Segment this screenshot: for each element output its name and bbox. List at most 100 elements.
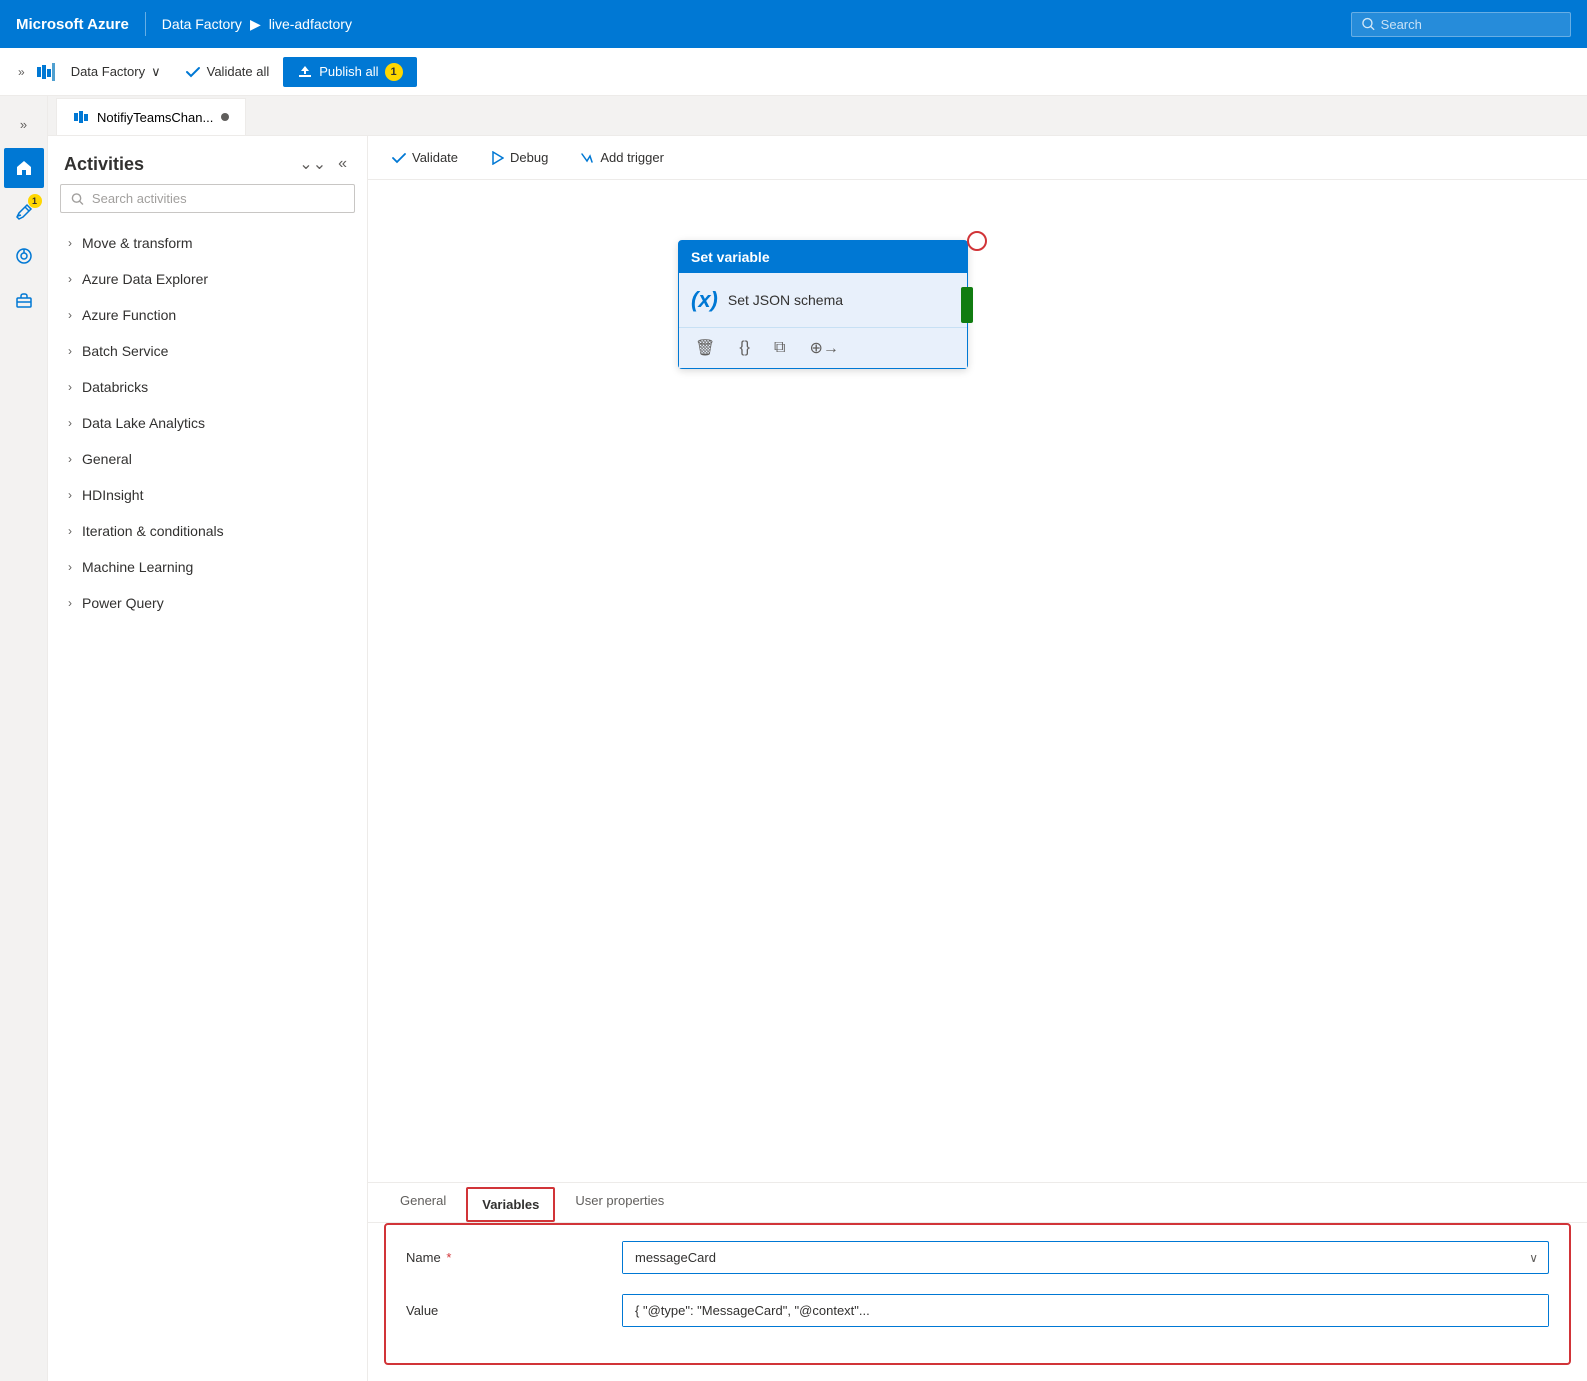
activity-label: Iteration & conditionals (82, 523, 224, 539)
name-input[interactable] (623, 1242, 1519, 1273)
chevron-icon: › (68, 560, 72, 574)
home-icon (15, 159, 33, 177)
bottom-panel: General Variables User properties (368, 1182, 1587, 1381)
card-status-dot (967, 231, 987, 251)
sidebar-item-edit[interactable]: 1 (4, 192, 44, 232)
debug-icon (490, 151, 504, 165)
icon-sidebar: » 1 (0, 96, 48, 1381)
value-input[interactable] (623, 1295, 1548, 1326)
chevron-icon: › (68, 344, 72, 358)
tab-user-properties[interactable]: User properties (559, 1183, 680, 1222)
activity-label: Power Query (82, 595, 164, 611)
value-input-wrapper[interactable] (622, 1294, 1549, 1327)
sidebar-item-monitor[interactable] (4, 236, 44, 276)
activity-item-batch-service[interactable]: › Batch Service (48, 333, 367, 369)
user-properties-tab-label: User properties (575, 1193, 664, 1208)
code-icon[interactable]: {} (735, 337, 754, 359)
activity-item-data-lake[interactable]: › Data Lake Analytics (48, 405, 367, 441)
activity-item-move-transform[interactable]: › Move & transform (48, 225, 367, 261)
activity-card-name: Set JSON schema (728, 292, 843, 308)
activities-search-box[interactable] (60, 184, 355, 213)
activity-item-general[interactable]: › General (48, 441, 367, 477)
main-layout: » 1 (0, 96, 1587, 1381)
name-input-wrapper[interactable]: ∨ (622, 1241, 1549, 1274)
activities-search-input[interactable] (92, 191, 344, 206)
activity-item-azure-function[interactable]: › Azure Function (48, 297, 367, 333)
toolbar-left: » Data Factory ∨ Validate all Publish al… (12, 57, 417, 87)
form-row-value: Value (406, 1294, 1549, 1327)
green-connector (961, 287, 973, 323)
activities-close-btn[interactable]: « (334, 152, 351, 176)
activities-title: Activities (64, 154, 144, 175)
chevron-icon: › (68, 596, 72, 610)
search-icon (1362, 17, 1375, 31)
activity-item-machine-learning[interactable]: › Machine Learning (48, 549, 367, 585)
add-activity-icon[interactable]: ⊕→ (805, 336, 842, 360)
monitor-icon (15, 247, 33, 265)
form-container: Name * ∨ Value (384, 1223, 1571, 1365)
activity-label: Azure Function (82, 307, 176, 323)
activities-list: › Move & transform › Azure Data Explorer… (48, 225, 367, 621)
chevron-icon: › (68, 380, 72, 394)
validate-all-button[interactable]: Validate all (175, 58, 280, 86)
variables-tab-label: Variables (482, 1197, 539, 1212)
brand-label: Microsoft Azure (16, 16, 129, 33)
activities-header-actions: ⌄⌄ « (295, 152, 351, 176)
validate-icon (185, 64, 201, 80)
canvas-body: Set variable (x) Set JSON schema 🗑 {} ⧉ … (368, 180, 1587, 1182)
pipeline-tab-active[interactable]: NotifiyTeamsChan... (56, 98, 246, 135)
edit-badge: 1 (28, 194, 42, 208)
data-factory-dropdown[interactable]: Data Factory ∨ (61, 58, 171, 86)
chevron-icon: › (68, 416, 72, 430)
sidebar-expand-item[interactable]: » (4, 104, 44, 144)
tab-general[interactable]: General (384, 1183, 462, 1222)
validate-button[interactable]: Validate (384, 146, 466, 169)
activity-card[interactable]: Set variable (x) Set JSON schema 🗑 {} ⧉ … (678, 240, 968, 369)
sidebar-item-briefcase[interactable] (4, 280, 44, 320)
breadcrumb-service[interactable]: Data Factory (162, 16, 242, 32)
debug-label: Debug (510, 150, 548, 165)
data-factory-label: Data Factory (71, 64, 145, 79)
activity-item-power-query[interactable]: › Power Query (48, 585, 367, 621)
add-trigger-button[interactable]: Add trigger (572, 146, 672, 169)
activities-collapse-btn[interactable]: ⌄⌄ (295, 152, 330, 176)
chevron-icon: › (68, 272, 72, 286)
publish-badge: 1 (385, 63, 403, 81)
activity-label: Move & transform (82, 235, 192, 251)
activity-item-azure-data-explorer[interactable]: › Azure Data Explorer (48, 261, 367, 297)
search-input[interactable] (1381, 17, 1560, 32)
delete-icon[interactable]: 🗑 (691, 336, 719, 360)
bottom-tabs: General Variables User properties (368, 1183, 1587, 1223)
name-dropdown-arrow[interactable]: ∨ (1519, 1243, 1548, 1273)
copy-icon[interactable]: ⧉ (770, 337, 789, 359)
tab-unsaved-dot (221, 113, 229, 121)
chevron-icon: › (68, 524, 72, 538)
chevron-icon: › (68, 236, 72, 250)
activities-header: Activities ⌄⌄ « (48, 136, 367, 184)
activity-label: Machine Learning (82, 559, 193, 575)
canvas-area: Validate Debug Add trigger (368, 136, 1587, 1381)
required-star: * (446, 1250, 451, 1265)
publish-icon (297, 64, 313, 80)
breadcrumb: Data Factory ▶ live-adfactory (162, 16, 352, 33)
activity-item-iteration[interactable]: › Iteration & conditionals (48, 513, 367, 549)
activity-label: Data Lake Analytics (82, 415, 205, 431)
publish-all-label: Publish all (319, 64, 378, 79)
activity-card-footer: 🗑 {} ⧉ ⊕→ (679, 327, 967, 368)
publish-all-button[interactable]: Publish all 1 (283, 57, 416, 87)
debug-button[interactable]: Debug (482, 146, 556, 169)
form-row-name: Name * ∨ (406, 1241, 1549, 1274)
activity-item-databricks[interactable]: › Databricks (48, 369, 367, 405)
chevron-icon: › (68, 308, 72, 322)
activity-item-hdinsight[interactable]: › HDInsight (48, 477, 367, 513)
validate-label: Validate (412, 150, 458, 165)
activity-label: Azure Data Explorer (82, 271, 208, 287)
activity-label: General (82, 451, 132, 467)
canvas-toolbar: Validate Debug Add trigger (368, 136, 1587, 180)
activity-card-body: (x) Set JSON schema (679, 273, 967, 327)
tab-variables[interactable]: Variables (466, 1187, 555, 1222)
global-search[interactable] (1351, 12, 1571, 37)
sidebar-item-home[interactable] (4, 148, 44, 188)
expand-button[interactable]: » (12, 61, 31, 83)
activities-panel: Activities ⌄⌄ « › Move & (48, 136, 368, 1381)
